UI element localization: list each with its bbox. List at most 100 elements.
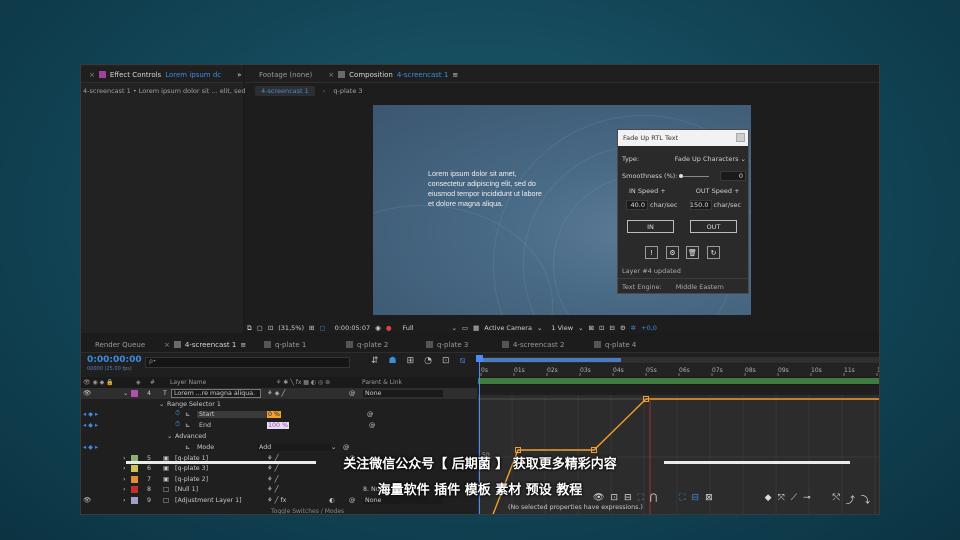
end-property-row[interactable]: ◂ ◆ ▸ ⏱ ⊾ End 100 % @ (81, 420, 477, 431)
region-icon[interactable]: ⊡ (268, 324, 273, 332)
toggle-switches-modes[interactable]: Toggle Switches / Modes (271, 508, 344, 514)
advanced-row[interactable]: ⌄ Advanced (81, 431, 477, 442)
camera-icon[interactable]: ◉ (375, 324, 381, 332)
camera-dropdown[interactable]: Active Camera (484, 324, 532, 332)
tab-q-plate-4[interactable]: q-plate 4 (586, 337, 644, 353)
smoothness-input[interactable]: 0 (720, 171, 746, 181)
tab-q-plate-2[interactable]: q-plate 2 (338, 337, 418, 353)
footage-tab[interactable]: Footage (none) (245, 67, 320, 83)
out-speed-input[interactable]: 150.0 (689, 200, 712, 210)
toggle-pixel-icon[interactable]: ⊠ (588, 324, 593, 332)
views-dropdown[interactable]: 1 View (551, 324, 573, 332)
resolution-dropdown[interactable]: Full (402, 324, 446, 332)
effect-controls-tab[interactable]: × Effect Controls Lorem ipsum dc (81, 67, 229, 83)
tab-label: 4-screencast 2 (513, 340, 565, 349)
range-selector-row[interactable]: ⌄ Range Selector 1 (81, 399, 477, 410)
layer-name[interactable]: Lorem ...re magna aliqua. (171, 388, 261, 398)
close-icon[interactable]: × (164, 341, 170, 349)
visibility-eye-icon[interactable]: 👁 (81, 389, 123, 397)
expand-arrow-icon[interactable]: ⌄ (123, 390, 131, 397)
zoom-level[interactable]: (31,5%) (278, 324, 304, 332)
subtab-active[interactable]: 4-screencast 1 (255, 86, 315, 96)
keyframe-nav[interactable]: ◂ ◆ ▸ (81, 411, 175, 418)
stopwatch-icon[interactable]: ⏱ (175, 421, 185, 429)
settings-gear-icon[interactable]: ⚙ (666, 246, 679, 259)
in-button[interactable]: IN (627, 220, 674, 233)
graph-editor-toggle-icon[interactable]: ⧅ (460, 356, 466, 366)
end-value[interactable]: 100 % (267, 421, 290, 429)
mode-property-row[interactable]: ◂ ◆ ▸ ⊾ Mode Add ⌄ @ (81, 442, 477, 453)
flowchart-icon[interactable]: ⚙ (620, 324, 626, 332)
tab-4-screencast-2[interactable]: 4-screencast 2 (494, 337, 586, 353)
keyframe-nav[interactable]: ◂ ◆ ▸ (81, 444, 185, 451)
composition-text-layer[interactable]: Lorem ipsum dolor sit amet, consectetur … (428, 169, 548, 209)
label-color[interactable] (131, 389, 138, 397)
timeline-timecode[interactable]: 0:00:00:00 (87, 355, 142, 365)
keyframe-nav[interactable]: ◂ ◆ ▸ (81, 422, 175, 429)
tab-menu-icon[interactable]: ≡ (452, 71, 458, 79)
panel-overflow-icon[interactable]: » (229, 67, 245, 83)
preview-icon[interactable]: ⧉ (247, 324, 252, 333)
tab-label: 4-screencast 1 (184, 340, 237, 349)
shy-icon[interactable]: ☗ (389, 356, 397, 366)
layer-row-4[interactable]: 👁 ⌄ 4 T Lorem ...re magna aliqua. ⚘ ◈ ╱ … (81, 388, 477, 399)
close-icon[interactable]: × (89, 71, 95, 79)
grid-icon[interactable]: ⊞ (309, 324, 314, 332)
time-ruler[interactable]: 0s 01s 02s 03s 04s 05s 06s 07s 08s 09s 10s 11s 12s (478, 364, 879, 376)
exposure-value[interactable]: +0,0 (641, 324, 657, 332)
frame-blending-icon[interactable]: ⊞ (407, 356, 415, 366)
info-icon[interactable]: ! (645, 246, 658, 259)
graph-icon[interactable]: ⊾ (185, 422, 197, 429)
close-icon[interactable]: × (328, 71, 334, 79)
tab-menu-icon[interactable]: ≡ (240, 341, 246, 349)
subtab-other[interactable]: q-plate 3 (333, 87, 362, 95)
tab-q-plate-3[interactable]: q-plate 3 (418, 337, 494, 353)
in-speed-input[interactable]: 40.0 (626, 200, 648, 210)
tab-4-screencast-1[interactable]: × 4-screencast 1 ≡ (156, 337, 256, 353)
slider-handle[interactable] (679, 173, 684, 178)
motion-blur-icon[interactable]: ◔ (424, 356, 432, 366)
snapshot-icon[interactable]: ▢ (257, 324, 263, 332)
stopwatch-icon[interactable]: ⏱ (175, 410, 185, 418)
pickwhip-icon[interactable]: @ (343, 444, 349, 451)
color-icon[interactable]: ● (386, 324, 392, 332)
smoothness-slider[interactable] (679, 173, 710, 178)
dialog-close-button[interactable] (736, 133, 745, 142)
graph-icon[interactable]: ⊾ (185, 444, 197, 451)
transparency-grid-icon[interactable]: ▦ (473, 324, 479, 332)
work-area-range[interactable] (479, 358, 621, 362)
layer-search-input[interactable]: ρ• (145, 357, 350, 368)
expand-arrow-icon[interactable]: ⌄ (167, 433, 175, 440)
timeline-tabbar: Render Queue × 4-screencast 1 ≡ q-plate … (81, 337, 879, 353)
tab-q-plate-1[interactable]: q-plate 1 (256, 337, 338, 353)
graph-icon[interactable]: ⊾ (185, 411, 197, 418)
draft-3d-icon[interactable]: ⇵ (371, 356, 379, 366)
layer-duration-bar[interactable] (478, 378, 879, 384)
parent-dropdown[interactable]: None (363, 389, 443, 397)
refresh-icon[interactable]: ↻ (707, 246, 720, 259)
composition-tab[interactable]: × Composition 4-screencast 1 ≡ (320, 67, 466, 83)
out-button[interactable]: OUT (690, 220, 737, 233)
start-property-row[interactable]: ◂ ◆ ▸ ⏱ ⊾ Start 0 % @ (81, 409, 477, 420)
work-area-bar[interactable] (479, 357, 879, 363)
start-value[interactable]: 0 % (267, 410, 281, 418)
mode-dropdown[interactable]: Add (257, 443, 331, 451)
tab-label: q-plate 1 (275, 340, 307, 349)
pickwhip-icon[interactable]: @ (369, 422, 375, 429)
type-dropdown[interactable]: Fade Up Characters ⌄ (675, 155, 746, 163)
expand-arrow-icon[interactable]: ⌄ (159, 401, 167, 408)
flow-arrow-icon: ‹ (322, 87, 326, 95)
pickwhip-icon[interactable]: @ (367, 411, 373, 418)
timeline-icon[interactable]: ⊟ (609, 324, 614, 332)
cti-head[interactable] (476, 355, 483, 362)
current-timecode[interactable]: 0:00:05:07 (335, 324, 371, 332)
roi-icon[interactable]: ▭ (462, 324, 468, 332)
graph-editor-icon[interactable]: ⊡ (442, 356, 450, 366)
exposure-icon[interactable]: ✲ (631, 324, 636, 332)
mask-icon[interactable]: ▢ (319, 324, 325, 332)
layer-switches[interactable]: ⚘ ◈ ╱ (261, 390, 349, 397)
pickwhip-icon[interactable]: @ (349, 390, 363, 397)
delete-trash-icon[interactable]: 🗑 (686, 246, 699, 259)
tab-render-queue[interactable]: Render Queue (81, 337, 156, 353)
fast-preview-icon[interactable]: ⊡ (599, 324, 604, 332)
